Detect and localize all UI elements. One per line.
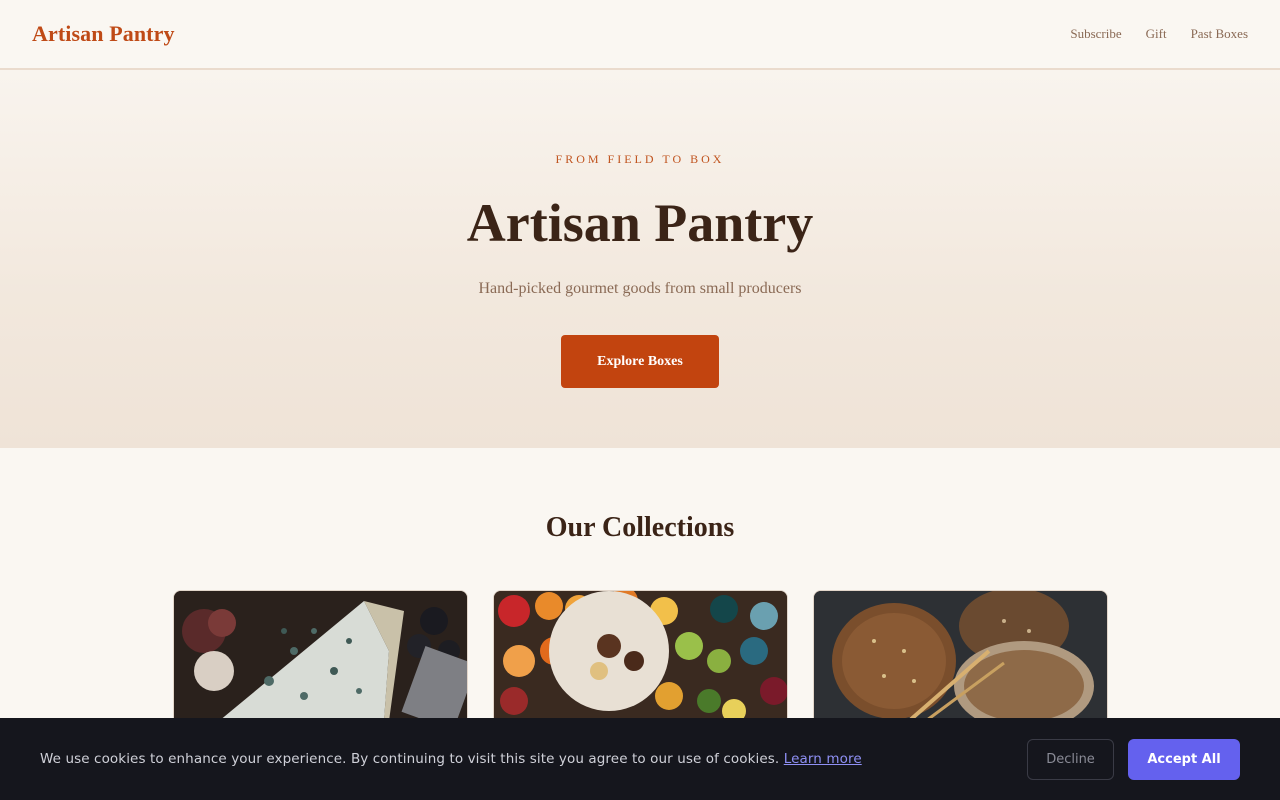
main-nav: Subscribe Gift Past Boxes (1070, 26, 1248, 42)
hero-subtitle: Hand-picked gourmet goods from small pro… (478, 280, 802, 297)
cookie-actions: Decline Accept All (1027, 738, 1240, 780)
explore-boxes-button[interactable]: Explore Boxes (561, 335, 719, 388)
nav-link-gift[interactable]: Gift (1146, 26, 1167, 42)
cookie-message: We use cookies to enhance your experienc… (40, 751, 862, 767)
nav-link-past-boxes[interactable]: Past Boxes (1191, 26, 1248, 42)
site-header: Artisan Pantry Subscribe Gift Past Boxes (0, 0, 1280, 70)
learn-more-link[interactable]: Learn more (784, 751, 862, 767)
accept-all-button[interactable]: Accept All (1128, 738, 1240, 780)
cookie-banner: We use cookies to enhance your experienc… (0, 718, 1280, 800)
decline-button[interactable]: Decline (1027, 738, 1114, 780)
brand-logo-link[interactable]: Artisan Pantry (32, 21, 175, 47)
nav-link-subscribe[interactable]: Subscribe (1070, 26, 1121, 42)
cookie-text: We use cookies to enhance your experienc… (40, 751, 780, 767)
collections-title: Our Collections (545, 512, 735, 543)
hero-eyebrow: FROM FIELD TO BOX (555, 152, 725, 166)
hero-section: FROM FIELD TO BOX Artisan Pantry Hand-pi… (0, 70, 1280, 448)
hero-title: Artisan Pantry (466, 193, 814, 253)
